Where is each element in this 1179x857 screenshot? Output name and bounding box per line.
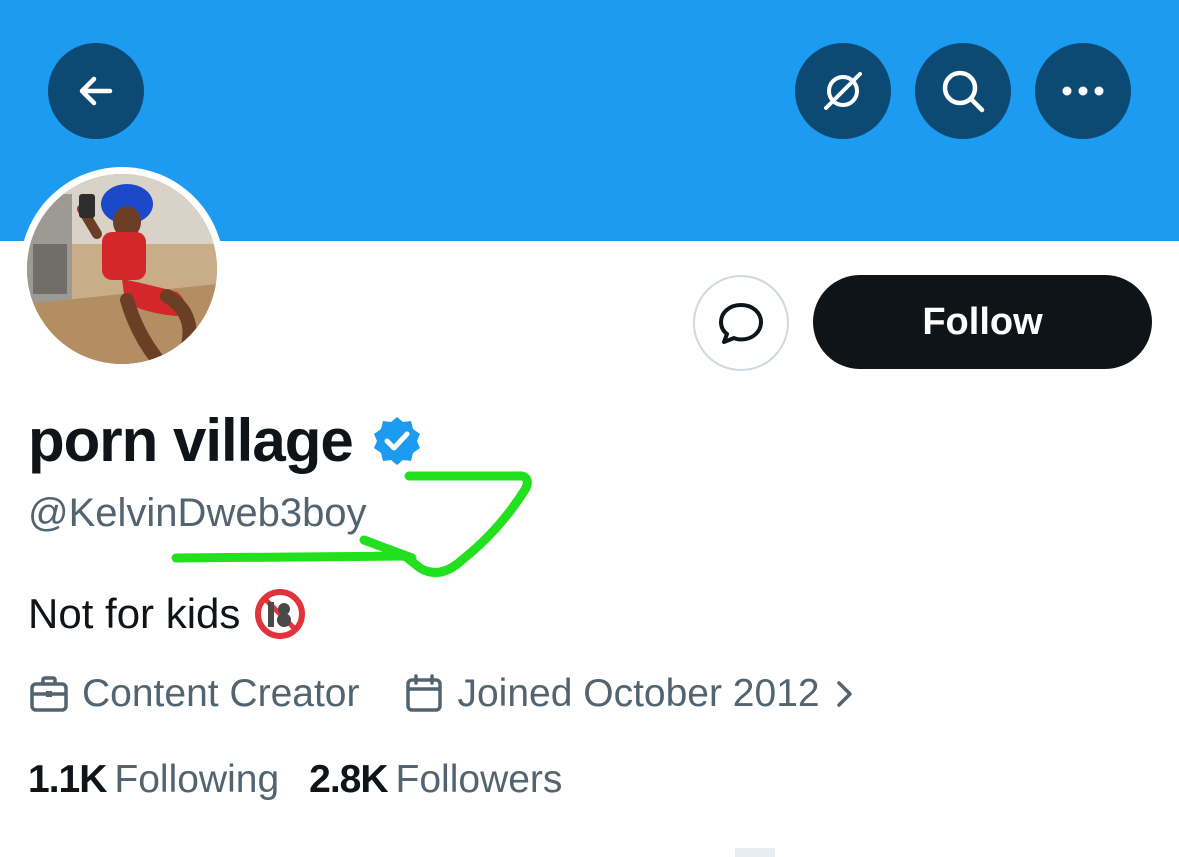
- cropped-element-fragment: [735, 848, 775, 857]
- bio-text: Not for kids: [28, 590, 241, 637]
- followers-count: 2.8K: [309, 758, 388, 801]
- more-options-button[interactable]: [1035, 43, 1131, 139]
- joined-label: Joined October 2012: [457, 672, 820, 715]
- follow-stats: 1.1K Following 2.8K Followers: [28, 754, 562, 806]
- search-button[interactable]: [915, 43, 1011, 139]
- grok-button[interactable]: [795, 43, 891, 139]
- followers-label: Followers: [395, 758, 563, 801]
- more-horizontal-icon: [1062, 86, 1104, 96]
- back-button[interactable]: [48, 43, 144, 139]
- calendar-icon: [406, 674, 443, 712]
- following-count: 1.1K: [28, 758, 107, 801]
- follow-button[interactable]: Follow: [813, 275, 1152, 369]
- arrow-left-icon: [79, 76, 113, 106]
- profile-page: Follow porn village @KelvinDweb3boy Not …: [0, 0, 1179, 857]
- display-name: porn village: [28, 407, 354, 474]
- joined-item[interactable]: Joined October 2012: [403, 668, 867, 720]
- followers-link[interactable]: 2.8K Followers: [309, 754, 562, 806]
- profile-meta: Content Creator Joined October 2012: [28, 668, 868, 720]
- user-handle: @KelvinDweb3boy: [28, 491, 367, 535]
- message-button[interactable]: [693, 275, 789, 371]
- no-one-under-eighteen-icon: [255, 589, 306, 639]
- following-label: Following: [114, 758, 280, 801]
- profession-item: Content Creator: [28, 668, 359, 720]
- grok-icon: [824, 72, 862, 110]
- display-name-row: porn village: [28, 405, 423, 477]
- avatar-photo: [27, 174, 217, 364]
- profile-bio: Not for kids: [28, 586, 306, 642]
- profession-label: Content Creator: [82, 672, 360, 715]
- following-link[interactable]: 1.1K Following: [28, 754, 279, 806]
- chevron-right-icon: [836, 681, 852, 707]
- briefcase-icon: [30, 676, 68, 712]
- avatar[interactable]: [20, 167, 224, 371]
- search-icon: [942, 70, 985, 113]
- message-bubble-icon: [719, 303, 763, 344]
- verified-badge-icon[interactable]: [371, 415, 423, 467]
